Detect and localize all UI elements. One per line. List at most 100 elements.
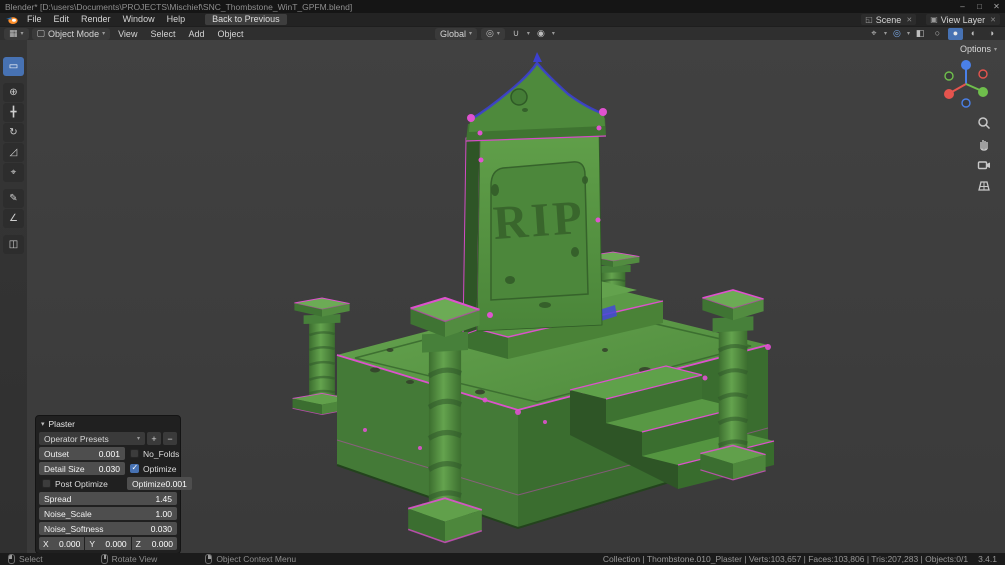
chevron-down-icon: ▾ bbox=[102, 31, 106, 37]
snap-toggle[interactable]: ∪ bbox=[509, 28, 523, 40]
optimize-checkbox[interactable]: Optimize bbox=[127, 462, 177, 475]
view-layer-selector[interactable]: ▣ View Layer ✕ bbox=[926, 14, 1000, 25]
move-tool[interactable]: ╋ bbox=[3, 103, 24, 122]
show-gizmos-toggle[interactable]: ⌖ bbox=[867, 28, 881, 40]
camera-view-icon[interactable] bbox=[977, 158, 991, 172]
noise-scale-field[interactable]: Noise_Scale 1.00 bbox=[39, 507, 177, 520]
overlays-dropdown-icon[interactable]: ▾ bbox=[907, 30, 910, 37]
z-field[interactable]: Z 0.000 bbox=[131, 537, 177, 550]
status-context-menu-hint: Object Context Menu bbox=[205, 554, 296, 564]
xray-toggle[interactable]: ◧ bbox=[913, 28, 927, 40]
menu-object[interactable]: Object bbox=[212, 27, 248, 41]
close-button[interactable]: ✕ bbox=[988, 0, 1005, 13]
scene-unlink-icon[interactable]: ✕ bbox=[906, 16, 912, 24]
outset-field[interactable]: Outset 0.001 bbox=[39, 447, 125, 460]
shading-material-button[interactable]: ◐ bbox=[966, 28, 981, 40]
menu-edit[interactable]: Edit bbox=[48, 13, 76, 26]
xray-icon: ◧ bbox=[915, 28, 925, 38]
status-select-hint: Select bbox=[8, 554, 43, 564]
select-box-tool[interactable]: ▭ bbox=[3, 57, 24, 76]
snap-dropdown-icon[interactable]: ▾ bbox=[527, 30, 530, 37]
zoom-icon[interactable] bbox=[977, 116, 991, 130]
mode-dropdown[interactable]: ▢ Object Mode ▾ bbox=[31, 27, 111, 40]
collapse-caret-icon: ▾ bbox=[41, 421, 45, 428]
view-layer-name: View Layer bbox=[940, 14, 986, 25]
annotate-tool[interactable]: ✎ bbox=[3, 189, 24, 208]
menu-help[interactable]: Help bbox=[161, 13, 192, 26]
menu-window[interactable]: Window bbox=[117, 13, 161, 26]
detail-size-value: 0.030 bbox=[98, 463, 120, 474]
shading-solid-button[interactable]: ● bbox=[948, 27, 963, 40]
operator-presets-label: Operator Presets bbox=[44, 433, 109, 444]
back-to-previous-button[interactable]: Back to Previous bbox=[205, 14, 287, 25]
noise-scale-value: 1.00 bbox=[155, 508, 172, 519]
tombstone-object[interactable]: RIP bbox=[290, 52, 775, 542]
scene-icon: ◱ bbox=[865, 14, 873, 24]
cursor-tool[interactable]: ⊕ bbox=[3, 83, 24, 102]
maximize-button[interactable]: □ bbox=[971, 0, 988, 13]
gizmo-z-axis[interactable] bbox=[961, 60, 971, 70]
gizmo-x-axis[interactable] bbox=[944, 89, 954, 99]
menu-file[interactable]: File bbox=[21, 13, 48, 26]
blender-logo-icon[interactable] bbox=[5, 15, 19, 25]
minimize-button[interactable]: – bbox=[954, 0, 971, 13]
shading-rendered-button[interactable]: ◑ bbox=[984, 28, 999, 40]
viewport-3d[interactable]: RIP ▭ ⊕ ╋ ↻ ◿ ⌖ ✎ ∠ ◫ Options ▾ ▾ Plaste… bbox=[0, 40, 1005, 553]
y-field[interactable]: Y 0.000 bbox=[85, 537, 131, 550]
options-button[interactable]: Options ▾ bbox=[960, 44, 997, 54]
gizmo-y-neg-axis[interactable] bbox=[944, 71, 954, 81]
post-optimize-checkbox-box[interactable] bbox=[42, 479, 51, 488]
pivot-dropdown[interactable]: ◎ ▾ bbox=[481, 27, 505, 40]
measure-tool[interactable]: ∠ bbox=[3, 209, 24, 228]
operator-presets-dropdown[interactable]: Operator Presets ▾ bbox=[39, 432, 145, 445]
z-value: 0.000 bbox=[151, 538, 173, 549]
no-folds-checkbox-box[interactable] bbox=[130, 449, 139, 458]
add-cube-tool[interactable]: ◫ bbox=[3, 235, 24, 254]
spread-label: Spread bbox=[44, 493, 72, 504]
pan-hand-icon[interactable] bbox=[977, 137, 991, 151]
orientation-dropdown[interactable]: Global ▾ bbox=[435, 27, 478, 40]
optimize-amount-field[interactable]: Optimize 0.001 bbox=[127, 477, 192, 490]
noise-softness-field[interactable]: Noise_Softness 0.030 bbox=[39, 522, 177, 535]
detail-size-label: Detail Size bbox=[44, 463, 85, 474]
gizmo-z-neg-axis[interactable] bbox=[961, 98, 971, 108]
operator-panel-header[interactable]: ▾ Plaster bbox=[39, 418, 177, 430]
gizmo-x-neg-axis[interactable] bbox=[978, 69, 988, 79]
add-preset-button[interactable]: + bbox=[147, 432, 161, 445]
outset-label: Outset bbox=[44, 448, 70, 459]
remove-preset-button[interactable]: − bbox=[163, 432, 177, 445]
menu-add[interactable]: Add bbox=[183, 27, 209, 41]
editor-type-icon: ▦ bbox=[9, 28, 18, 38]
spread-field[interactable]: Spread 1.45 bbox=[39, 492, 177, 505]
gizmo-y-axis[interactable] bbox=[978, 87, 988, 97]
shading-wireframe-button[interactable]: ○ bbox=[930, 28, 945, 40]
post-optimize-label: Post Optimize bbox=[55, 478, 108, 489]
headstone[interactable]: RIP bbox=[462, 52, 607, 336]
menu-select[interactable]: Select bbox=[145, 27, 180, 41]
scale-icon: ◿ bbox=[9, 147, 18, 158]
object-mode-icon: ▢ bbox=[36, 28, 46, 38]
editor-type-dropdown[interactable]: ▦ ▾ bbox=[4, 27, 29, 40]
scene-selector[interactable]: ◱ Scene ✕ bbox=[861, 14, 917, 25]
perspective-toggle-icon[interactable] bbox=[977, 179, 991, 193]
menu-view[interactable]: View bbox=[113, 27, 142, 41]
view-layer-unlink-icon[interactable]: ✕ bbox=[990, 16, 996, 24]
status-context-menu-label: Object Context Menu bbox=[216, 554, 297, 564]
detail-size-field[interactable]: Detail Size 0.030 bbox=[39, 462, 125, 475]
proportional-edit-toggle[interactable]: ◉ bbox=[534, 28, 548, 40]
menubar-right: ◱ Scene ✕ ▣ View Layer ✕ bbox=[861, 14, 1000, 25]
navigation-gizmo[interactable] bbox=[937, 54, 995, 112]
gizmos-dropdown-icon[interactable]: ▾ bbox=[884, 30, 887, 37]
x-field[interactable]: X 0.000 bbox=[39, 537, 85, 550]
post-optimize-checkbox[interactable]: Post Optimize bbox=[39, 477, 125, 490]
status-rotate-hint: Rotate View bbox=[100, 554, 157, 564]
transform-tool[interactable]: ⌖ bbox=[3, 163, 24, 182]
no-folds-checkbox[interactable]: No_Folds bbox=[127, 447, 179, 460]
optimize-checkbox-box[interactable] bbox=[130, 463, 139, 473]
proportional-dropdown-icon[interactable]: ▾ bbox=[552, 30, 555, 37]
rotate-tool[interactable]: ↻ bbox=[3, 123, 24, 142]
middle-mouse-icon bbox=[100, 554, 108, 564]
menu-render[interactable]: Render bbox=[75, 13, 117, 26]
scale-tool[interactable]: ◿ bbox=[3, 143, 24, 162]
show-overlays-toggle[interactable]: ◎ bbox=[890, 28, 904, 40]
